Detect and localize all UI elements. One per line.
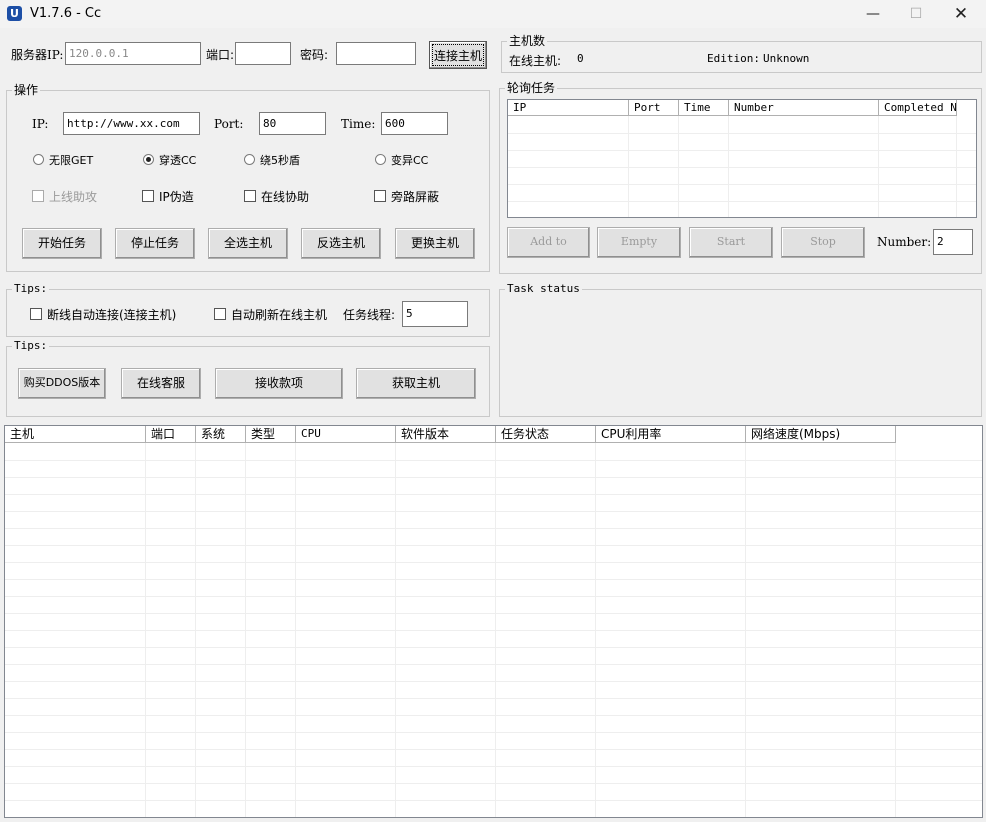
task-threads-input[interactable]: 5 [402, 301, 468, 327]
column-completed[interactable]: Completed N [879, 100, 957, 115]
host-count-group: 主机数 在线主机: 0 Edition: Unknown [501, 34, 982, 73]
stop-task-button[interactable]: 停止任务 [115, 228, 195, 259]
tips-actions-group: Tips: 购买DDOS版本 在线客服 接收款项 获取主机 [6, 339, 490, 417]
port-input[interactable] [235, 42, 291, 65]
operation-group: 操作 IP: http://www.xx.com Port: 80 Time: … [6, 83, 490, 272]
column-host-port[interactable]: 端口 [146, 426, 196, 442]
edition-label: Edition: [707, 52, 760, 65]
check-auto-reconnect[interactable] [30, 308, 42, 320]
radio-bypass-5s-shield-label: 绕5秒盾 [260, 154, 300, 167]
check-auto-refresh[interactable] [214, 308, 226, 320]
check-online-assist-label: 在线协助 [261, 190, 310, 204]
check-auto-refresh-label: 自动刷新在线主机 [231, 308, 328, 322]
column-cpu[interactable]: CPU [296, 426, 396, 442]
column-ip[interactable]: IP [508, 100, 629, 115]
radio-penetrate-cc-label: 穿透CC [159, 154, 197, 167]
hosts-table[interactable]: 主机 端口 系统 类型 CPU 软件版本 任务状态 CPU利用率 网络速度(Mb… [4, 425, 983, 818]
column-number[interactable]: Number [729, 100, 879, 115]
radio-unlimited-get-label: 无限GET [49, 154, 94, 167]
minimize-icon[interactable]: — [850, 0, 896, 28]
radio-variant-cc-label: 变异CC [391, 154, 429, 167]
check-bypass-block-label: 旁路屏蔽 [391, 190, 440, 204]
window-title: V1.7.6 - Cc [30, 6, 102, 21]
check-ip-spoof[interactable] [142, 190, 154, 202]
check-bypass-block[interactable] [374, 190, 386, 202]
check-online-assist-attack-label: 上线助攻 [49, 190, 98, 204]
maximize-icon[interactable]: ☐ [893, 0, 939, 28]
task-threads-label: 任务线程: [343, 308, 396, 322]
radio-unlimited-get[interactable] [33, 154, 44, 165]
password-input[interactable] [336, 42, 416, 65]
task-status-title: Task status [505, 282, 582, 296]
close-icon[interactable]: ✕ [938, 0, 984, 28]
server-ip-input[interactable]: 120.0.0.1 [65, 42, 201, 65]
polling-task-list-header: IP Port Time Number Completed N [508, 100, 957, 116]
server-ip-label: 服务器IP: [11, 48, 64, 62]
polling-task-group: 轮询任务 IP Port Time Number Completed N Add… [499, 81, 982, 274]
polling-task-list[interactable]: IP Port Time Number Completed N [507, 99, 977, 218]
time-label: Time: [341, 117, 376, 131]
polling-number-input[interactable]: 2 [933, 229, 973, 255]
start-polling-button: Start [689, 227, 773, 258]
radio-variant-cc[interactable] [375, 154, 386, 165]
check-online-assist-attack [32, 190, 44, 202]
buy-ddos-version-button[interactable]: 购买DDOS版本 [18, 368, 106, 399]
port-label: 端口: [206, 48, 235, 62]
change-host-button[interactable]: 更换主机 [395, 228, 475, 259]
column-task-status[interactable]: 任务状态 [496, 426, 596, 442]
tips-actions-title: Tips: [12, 339, 50, 353]
online-hosts-label: 在线主机: [509, 54, 562, 68]
online-hosts-value: 0 [577, 52, 584, 65]
task-status-group: Task status [499, 282, 982, 417]
stop-polling-button: Stop [781, 227, 865, 258]
add-to-button: Add to [507, 227, 590, 258]
check-auto-reconnect-label: 断线自动连接(连接主机) [47, 308, 177, 322]
get-host-button[interactable]: 获取主机 [356, 368, 476, 399]
hosts-table-rows [5, 443, 982, 817]
column-port[interactable]: Port [629, 100, 679, 115]
check-online-assist[interactable] [244, 190, 256, 202]
host-count-title: 主机数 [507, 34, 548, 48]
tips-options-group: Tips: 断线自动连接(连接主机) 自动刷新在线主机 任务线程: 5 [6, 282, 490, 337]
app-logo-icon: U [7, 6, 22, 21]
polling-task-rows [508, 116, 976, 217]
select-all-hosts-button[interactable]: 全选主机 [208, 228, 288, 259]
column-network-speed[interactable]: 网络速度(Mbps) [746, 426, 896, 442]
radio-bypass-5s-shield[interactable] [244, 154, 255, 165]
start-task-button[interactable]: 开始任务 [22, 228, 102, 259]
target-port-label: Port: [214, 117, 244, 131]
online-support-button[interactable]: 在线客服 [121, 368, 201, 399]
check-ip-spoof-label: IP伪造 [159, 190, 194, 204]
invert-selection-button[interactable]: 反选主机 [301, 228, 381, 259]
operation-title: 操作 [12, 83, 41, 97]
edition-value: Unknown [763, 52, 810, 65]
polling-task-title: 轮询任务 [505, 81, 558, 95]
password-label: 密码: [300, 48, 329, 62]
hosts-table-header: 主机 端口 系统 类型 CPU 软件版本 任务状态 CPU利用率 网络速度(Mb… [5, 426, 896, 443]
target-port-input[interactable]: 80 [259, 112, 326, 135]
empty-button: Empty [597, 227, 681, 258]
connect-host-button[interactable]: 连接主机 [429, 41, 487, 69]
tips-options-title: Tips: [12, 282, 50, 296]
column-host[interactable]: 主机 [5, 426, 146, 442]
column-type[interactable]: 类型 [246, 426, 296, 442]
title-bar[interactable]: U V1.7.6 - Cc — ☐ ✕ [0, 0, 986, 28]
column-system[interactable]: 系统 [196, 426, 246, 442]
polling-number-label: Number: [877, 235, 932, 249]
column-software-version[interactable]: 软件版本 [396, 426, 496, 442]
receive-payment-button[interactable]: 接收款项 [215, 368, 343, 399]
column-time[interactable]: Time [679, 100, 729, 115]
target-ip-label: IP: [32, 117, 49, 131]
time-input[interactable]: 600 [381, 112, 448, 135]
radio-penetrate-cc[interactable] [143, 154, 154, 165]
column-cpu-usage[interactable]: CPU利用率 [596, 426, 746, 442]
main-window: U V1.7.6 - Cc — ☐ ✕ 服务器IP: 120.0.0.1 端口:… [0, 0, 986, 822]
target-url-input[interactable]: http://www.xx.com [63, 112, 200, 135]
